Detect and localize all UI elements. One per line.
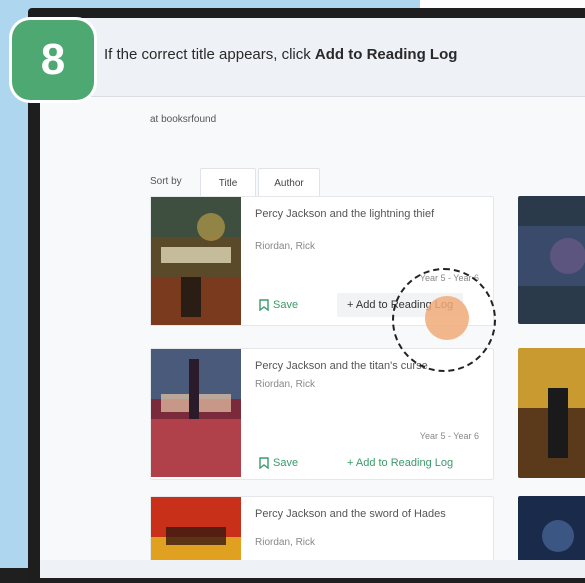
instruction-banner: If the correct title appears, click Add …: [40, 18, 585, 97]
bookmark-icon: [259, 299, 269, 311]
right-book-cover-1[interactable]: [518, 196, 585, 324]
save-label-2: Save: [273, 457, 299, 469]
book-cover-1[interactable]: [151, 197, 241, 325]
save-label-1: Save: [273, 299, 299, 311]
sort-author-button[interactable]: Author: [258, 168, 320, 198]
results-count: at booksrfound: [150, 114, 217, 125]
book-years-2: Year 5 - Year 6: [419, 431, 479, 441]
book-author-3: Riordan, Rick: [255, 537, 316, 548]
book-cover-2[interactable]: [151, 349, 241, 477]
screen: If the correct title appears, click Add …: [40, 18, 585, 578]
book-author-1: Riordan, Rick: [255, 241, 316, 252]
add-to-reading-log-button-2[interactable]: + Add to Reading Log: [347, 457, 453, 469]
right-book-cover-1-art: [518, 196, 585, 324]
instruction-prefix: If the correct title appears, click: [104, 46, 315, 63]
click-indicator-ring: [392, 268, 496, 372]
book-cover-2-art: [151, 349, 241, 477]
sort-title-button[interactable]: Title: [200, 168, 256, 198]
add-label-2: + Add to Reading Log: [347, 457, 454, 469]
step-number-badge: 8: [12, 20, 94, 100]
instruction-text: If the correct title appears, click Add …: [104, 46, 457, 63]
book-title-3[interactable]: Percy Jackson and the sword of Hades: [255, 507, 480, 521]
save-button-2[interactable]: Save: [259, 457, 298, 469]
bottom-bar: [40, 560, 585, 578]
instruction-action: Add to Reading Log: [314, 46, 458, 63]
book-title-1[interactable]: Percy Jackson and the lightning thief: [255, 207, 480, 221]
right-book-cover-2[interactable]: [518, 348, 585, 478]
right-book-cover-2-art: [518, 348, 585, 478]
sort-label: Sort by: [150, 176, 182, 187]
save-button-1[interactable]: Save: [259, 299, 298, 311]
book-cover-1-art: [151, 197, 241, 325]
book-author-2: Riordan, Rick: [255, 379, 316, 390]
bookmark-icon: [259, 457, 269, 469]
